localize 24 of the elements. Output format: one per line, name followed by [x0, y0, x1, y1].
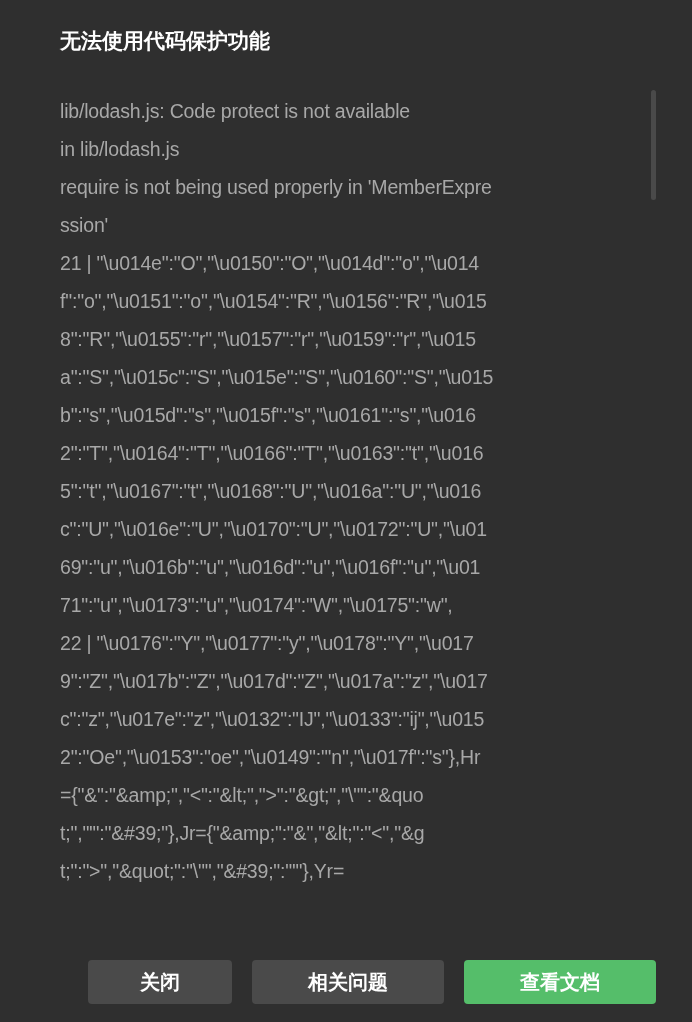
- log-line: 21 | "\u014e":"O","\u0150":"O","\u014d":"o","\u014: [60, 250, 479, 276]
- log-line: a":"S","\u015c":"S","\u015e":"S","\u0160":"S","\u015: [60, 364, 494, 390]
- log-line: c":"U","\u016e":"U","\u0170":"U","\u0172":"U","\u01: [60, 516, 487, 542]
- log-line: 8":"R","\u0155":"r","\u0157":"r","\u0159":"r","\u015: [60, 326, 476, 352]
- log-line: ={"&":"&amp;","<":"&lt;",">":"&gt;","\"":"&quo: [60, 782, 424, 808]
- log-line: f":"o","\u0151":"o","\u0154":"R","\u0156":"R","\u015: [60, 288, 487, 314]
- log-line: ssion': [60, 212, 109, 238]
- log-line: t;":">","&quot;":"\"","&#39;":"'"},Yr=: [60, 858, 345, 884]
- log-line: 9":"Z","\u017b":"Z","\u017d":"Z","\u017a":"z","\u017: [60, 668, 488, 694]
- dialog-button[interactable]: 相关问题: [252, 960, 444, 1004]
- log-line: in lib/lodash.js: [60, 136, 180, 162]
- dialog-title: 无法使用代码保护功能: [59, 28, 271, 55]
- log-line: 71":"u","\u0173":"u","\u0174":"W","\u0175":"w",: [60, 592, 453, 618]
- log-line: 2":"T","\u0164":"T","\u0166":"T","\u0163":"t","\u016: [60, 440, 484, 466]
- log-line: lib/lodash.js: Code protect is not available: [60, 98, 410, 124]
- log-line: 69":"u","\u016b":"u","\u016d":"u","\u016f":"u","\u01: [60, 554, 481, 580]
- log-line: c":"z","\u017e":"z","\u0132":"IJ","\u0133":"ij","\u015: [60, 706, 485, 732]
- log-line: require is not being used properly in 'MemberExpre: [60, 174, 492, 200]
- log-line: 2":"Oe","\u0153":"oe","\u0149":"'n","\u017f":"s"},Hr: [60, 744, 481, 770]
- log-line: b":"s","\u015d":"s","\u015f":"s","\u0161":"s","\u016: [60, 402, 476, 428]
- dialog-button[interactable]: 关闭: [88, 960, 232, 1004]
- log-line: t;","'":"&#39;"},Jr={"&amp;":"&","&lt;":"<","&g: [60, 820, 425, 846]
- log-line: 5":"t","\u0167":"t","\u0168":"U","\u016a":"U","\u016: [60, 478, 482, 504]
- log-line: 22 | "\u0176":"Y","\u0177":"y","\u0178":"Y","\u017: [60, 630, 474, 656]
